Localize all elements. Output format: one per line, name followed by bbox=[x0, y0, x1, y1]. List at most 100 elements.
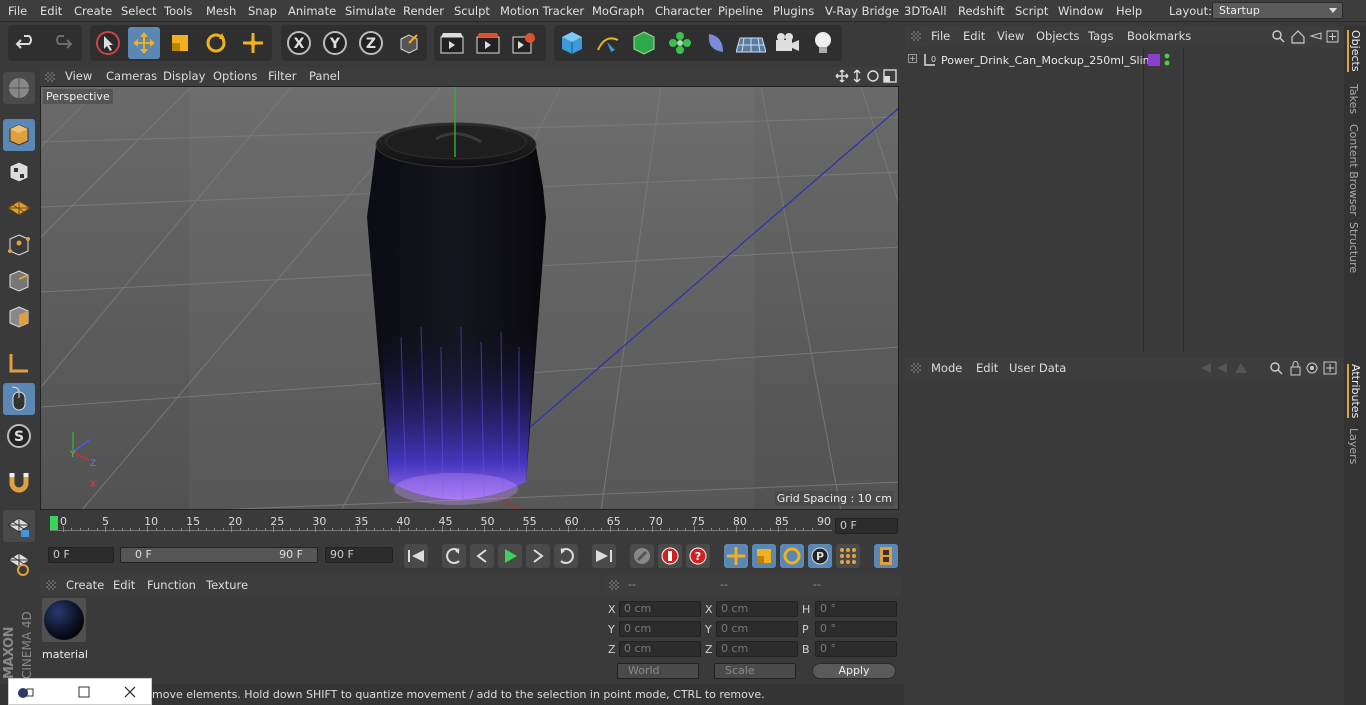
vp-menu-options[interactable]: Options bbox=[213, 69, 257, 83]
texture-mode-button[interactable] bbox=[3, 156, 35, 188]
menu-vray-bridge[interactable]: V-Ray Bridge bbox=[825, 4, 899, 18]
play-button[interactable] bbox=[498, 544, 522, 568]
start-frame-field[interactable]: 0 F bbox=[48, 547, 114, 563]
obj-menu-file[interactable]: File bbox=[931, 29, 950, 43]
autokeying-button[interactable] bbox=[658, 544, 682, 568]
record-active-objects-button[interactable] bbox=[630, 544, 654, 568]
z-axis-lock-button[interactable]: Z bbox=[355, 27, 387, 59]
menu-mesh[interactable]: Mesh bbox=[206, 4, 236, 18]
coord-space-select[interactable]: World bbox=[617, 663, 699, 679]
current-frame-field[interactable]: 0 F bbox=[835, 518, 898, 534]
mat-menu-create[interactable]: Create bbox=[66, 578, 104, 592]
menu-pipeline[interactable]: Pipeline bbox=[718, 4, 763, 18]
menu-select[interactable]: Select bbox=[121, 4, 156, 18]
position-y-field[interactable]: 0 cm bbox=[619, 621, 701, 637]
model-mode-button[interactable] bbox=[3, 119, 35, 151]
coordinate-system-button[interactable] bbox=[393, 27, 425, 59]
keyframe-selection-button[interactable]: ? bbox=[686, 544, 710, 568]
vp-menu-panel[interactable]: Panel bbox=[309, 69, 340, 83]
menu-render[interactable]: Render bbox=[403, 4, 444, 18]
rotation-b-field[interactable]: 0 ° bbox=[815, 641, 897, 657]
menu-animate[interactable]: Animate bbox=[288, 4, 336, 18]
next-frame-button[interactable] bbox=[526, 544, 550, 568]
material-swatch[interactable]: material bbox=[42, 598, 88, 661]
menu-edit[interactable]: Edit bbox=[40, 4, 62, 18]
end-frame-field[interactable]: 90 F bbox=[325, 547, 393, 563]
attr-menu-edit[interactable]: Edit bbox=[976, 361, 998, 375]
layer-color-tag[interactable] bbox=[1148, 54, 1160, 66]
magnet-button[interactable] bbox=[3, 466, 35, 498]
attr-menu-user-data[interactable]: User Data bbox=[1009, 361, 1066, 375]
vp-menu-view[interactable]: View bbox=[65, 69, 92, 83]
workplane-mode-button[interactable] bbox=[3, 192, 35, 224]
timeline-window-button[interactable] bbox=[874, 544, 898, 568]
menu-help[interactable]: Help bbox=[1116, 4, 1142, 18]
menu-script[interactable]: Script bbox=[1015, 4, 1048, 18]
viewport-solo-button[interactable] bbox=[3, 510, 35, 542]
object-row[interactable]: + 0 Power_Drink_Can_Mockup_250ml_Slim bbox=[905, 50, 1343, 70]
key-parameter-button[interactable]: P bbox=[808, 544, 832, 568]
key-rotation-button[interactable] bbox=[780, 544, 804, 568]
deformer-button[interactable] bbox=[700, 27, 732, 59]
apply-button[interactable]: Apply bbox=[812, 663, 896, 679]
size-x-field[interactable]: 0 cm bbox=[716, 601, 798, 617]
expand-icon[interactable]: + bbox=[908, 54, 917, 63]
pen-spline-button[interactable] bbox=[592, 27, 624, 59]
vp-menu-display[interactable]: Display bbox=[163, 69, 205, 83]
visibility-dots-icon[interactable] bbox=[1163, 53, 1171, 67]
move-tool-button[interactable] bbox=[128, 27, 160, 59]
size-y-field[interactable]: 0 cm bbox=[716, 621, 798, 637]
go-to-end-button[interactable] bbox=[592, 544, 616, 568]
menu-snap[interactable]: Snap bbox=[248, 4, 277, 18]
key-position-button[interactable] bbox=[724, 544, 748, 568]
position-x-field[interactable]: 0 cm bbox=[619, 601, 701, 617]
y-axis-lock-button[interactable]: Y bbox=[319, 27, 351, 59]
viewport-nav-icons[interactable] bbox=[835, 69, 899, 84]
cube-button[interactable] bbox=[556, 27, 588, 59]
tweak-mode-button[interactable] bbox=[3, 383, 35, 415]
undo-button[interactable] bbox=[10, 27, 42, 59]
render-settings-button[interactable] bbox=[508, 27, 540, 59]
mat-menu-edit[interactable]: Edit bbox=[113, 578, 135, 592]
frame-range-slider[interactable]: 0 F 90 F bbox=[120, 547, 318, 563]
go-to-start-button[interactable] bbox=[404, 544, 428, 568]
obj-menu-view[interactable]: View bbox=[997, 29, 1024, 43]
obj-menu-objects[interactable]: Objects bbox=[1036, 29, 1079, 43]
tab-attributes[interactable]: Attributes bbox=[1347, 364, 1362, 419]
tab-takes[interactable]: Takes bbox=[1347, 84, 1360, 114]
mat-menu-function[interactable]: Function bbox=[147, 578, 196, 592]
transform-tool-button[interactable] bbox=[237, 27, 269, 59]
x-axis-lock-button[interactable]: X bbox=[283, 27, 315, 59]
light-button[interactable] bbox=[807, 27, 839, 59]
menu-tools[interactable]: Tools bbox=[164, 4, 192, 18]
rotation-p-field[interactable]: 0 ° bbox=[815, 621, 897, 637]
tab-layers[interactable]: Layers bbox=[1347, 428, 1360, 464]
key-scale-button[interactable] bbox=[752, 544, 776, 568]
key-point-level-button[interactable] bbox=[836, 544, 860, 568]
object-manager-nav-icons[interactable] bbox=[1271, 29, 1341, 44]
edges-mode-button[interactable] bbox=[3, 265, 35, 297]
menu-create[interactable]: Create bbox=[74, 4, 112, 18]
snap-button[interactable]: S bbox=[3, 420, 35, 452]
workplane-lock-button[interactable] bbox=[3, 547, 35, 579]
app-restore-icon[interactable] bbox=[17, 686, 35, 700]
camera-button[interactable] bbox=[771, 27, 803, 59]
size-mode-select[interactable]: Scale bbox=[714, 663, 796, 679]
obj-menu-bookmarks[interactable]: Bookmarks bbox=[1127, 29, 1191, 43]
points-mode-button[interactable] bbox=[3, 229, 35, 261]
tab-structure[interactable]: Structure bbox=[1347, 222, 1360, 273]
tab-objects[interactable]: Objects bbox=[1347, 30, 1362, 72]
timeline-ruler[interactable]: 0 5 10 15 20 25 30 35 40 45 50 55 60 65 70 75 80 85 90 0 F bbox=[40, 512, 900, 540]
maximize-icon[interactable] bbox=[78, 686, 90, 698]
select-tool-button[interactable] bbox=[92, 27, 124, 59]
make-editable-button[interactable] bbox=[3, 72, 35, 104]
menu-simulate[interactable]: Simulate bbox=[345, 4, 396, 18]
attribute-nav-icons[interactable] bbox=[1199, 361, 1341, 376]
obj-menu-tags[interactable]: Tags bbox=[1088, 29, 1113, 43]
mat-menu-texture[interactable]: Texture bbox=[206, 578, 248, 592]
menu-window[interactable]: Window bbox=[1058, 4, 1103, 18]
menu-plugins[interactable]: Plugins bbox=[773, 4, 814, 18]
previous-key-button[interactable] bbox=[442, 544, 466, 568]
floor-button[interactable] bbox=[735, 27, 767, 59]
polygons-mode-button[interactable] bbox=[3, 301, 35, 333]
